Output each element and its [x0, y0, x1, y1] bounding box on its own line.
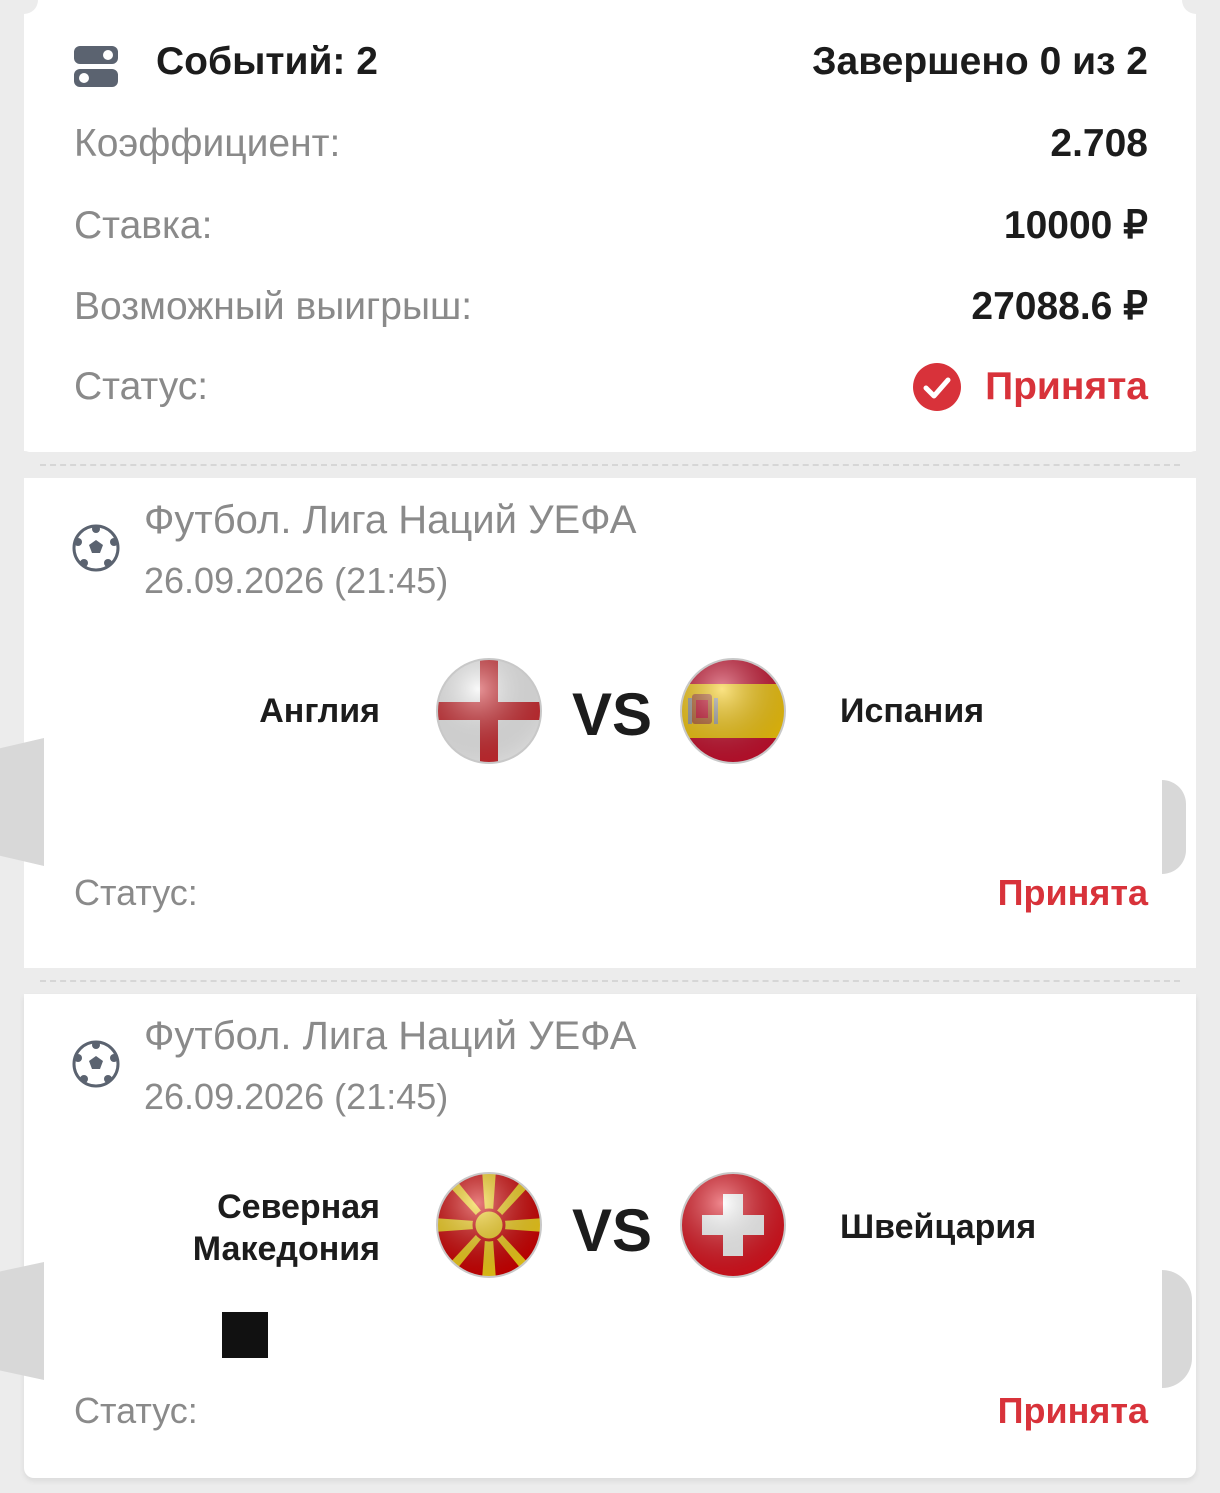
- event-status-value: Принята: [997, 1390, 1148, 1431]
- event-card[interactable]: Футбол. Лига Наций УЕФА 26.09.2026 (21:4…: [24, 478, 1196, 968]
- stake-row: Ставка: 10000 ₽: [74, 203, 1148, 248]
- coefficient-label: Коэффициент:: [74, 122, 341, 165]
- coefficient-row: Коэффициент: 2.708: [74, 122, 1148, 166]
- check-circle-icon: [913, 363, 962, 411]
- event-card[interactable]: Футбол. Лига Наций УЕФА 26.09.2026 (21:4…: [24, 994, 1196, 1478]
- overlay-shape: [0, 1262, 44, 1380]
- overlay-shape: [0, 738, 44, 866]
- coefficient-value: 2.708: [1050, 122, 1148, 165]
- north-macedonia-flag-icon: [436, 1172, 542, 1278]
- status-row: Статус: Принята: [74, 363, 1148, 411]
- event-status-row: Статус: Принята: [74, 1390, 1148, 1432]
- event-title: Футбол. Лига Наций УЕФА: [144, 1014, 637, 1058]
- summary-header-row: Событий: 2 Завершено 0 из 2: [74, 40, 1148, 84]
- event-status-row: Статус: Принята: [74, 872, 1148, 914]
- event-date: 26.09.2026 (21:45): [144, 1076, 449, 1117]
- england-flag-icon: [436, 658, 542, 764]
- possible-win-row: Возможный выигрыш: 27088.6 ₽: [74, 284, 1148, 329]
- overlay-shape: [1162, 780, 1186, 874]
- stake-label: Ставка:: [74, 203, 213, 247]
- status-value: Принята: [985, 365, 1148, 408]
- home-team: Англия: [259, 692, 380, 730]
- vs-label: VS: [572, 681, 653, 748]
- overlay-shape: [1162, 1270, 1192, 1388]
- away-team: Швейцария: [840, 1208, 1037, 1246]
- spain-flag-icon: [680, 658, 786, 764]
- event-status-label: Статус:: [74, 1390, 198, 1431]
- vs-label: VS: [572, 1197, 653, 1264]
- event-title: Футбол. Лига Наций УЕФА: [144, 498, 637, 542]
- away-team: Испания: [840, 692, 985, 730]
- bet-summary-card: Событий: 2 Завершено 0 из 2 Коэффициент:…: [24, 0, 1196, 452]
- home-team: Северная Македония: [192, 1188, 380, 1268]
- soccer-ball-icon: [72, 1040, 120, 1088]
- black-square: [222, 1312, 268, 1358]
- stake-value: 10000 ₽: [1003, 204, 1148, 247]
- event-status-value: Принята: [997, 872, 1148, 913]
- event-date: 26.09.2026 (21:45): [144, 560, 449, 601]
- status-label: Статус:: [74, 365, 209, 408]
- completed-count: Завершено 0 из 2: [812, 40, 1148, 83]
- event-status-label: Статус:: [74, 872, 198, 913]
- possible-win-value: 27088.6 ₽: [971, 285, 1148, 328]
- status-value-group: Принята: [913, 363, 1148, 411]
- events-count: Событий: 2: [156, 40, 378, 83]
- soccer-ball-icon: [72, 524, 120, 572]
- switzerland-flag-icon: [680, 1172, 786, 1278]
- possible-win-label: Возможный выигрыш:: [74, 284, 473, 328]
